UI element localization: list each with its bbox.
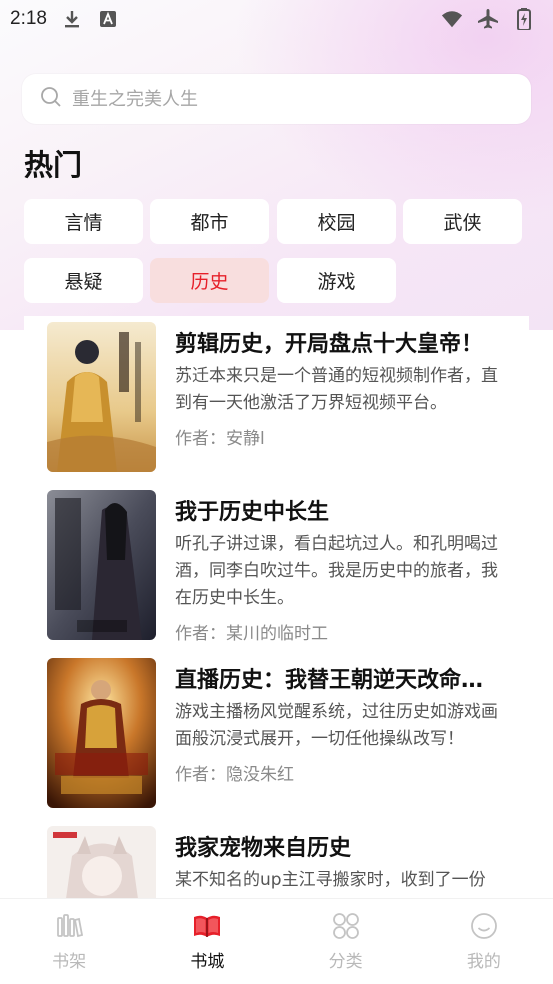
- book-author: 作者：某川的临时工: [175, 624, 328, 644]
- category-tag-games[interactable]: 游戏: [277, 258, 396, 303]
- nav-label-bookstore: 书城: [190, 952, 225, 972]
- download-icon: [61, 8, 83, 30]
- status-time: 2:18: [10, 8, 47, 29]
- book-cover-image: [47, 658, 156, 808]
- nav-label-bookshelf: 书架: [52, 952, 87, 972]
- category-tag-martial-arts[interactable]: 武侠: [403, 199, 522, 244]
- section-title-hot: 热门: [24, 148, 83, 182]
- category-tag-romance[interactable]: 言情: [24, 199, 143, 244]
- battery-charging-icon: [513, 8, 535, 30]
- bookshelf-icon: [54, 911, 84, 941]
- book-author: 作者：安静l: [175, 429, 265, 449]
- smiley-icon: [469, 911, 499, 941]
- book-title: 直播历史：我替王朝逆天改命…: [175, 668, 484, 693]
- book-description: 游戏主播杨风觉醒系统，过往历史如游戏画面般沉浸式展开，一切任他操纵改写！: [175, 702, 498, 749]
- book-title: 剪辑历史，开局盘点十大皇帝！: [175, 332, 484, 357]
- book-description: 某不知名的up主江寻搬家时，收到了一份: [175, 870, 486, 890]
- status-bar: 2:18: [0, 0, 553, 38]
- book-list: 剪辑历史，开局盘点十大皇帝！ 苏迁本来只是一个普通的短视频制作者，直到有一天他激…: [24, 316, 529, 900]
- category-tag-mystery[interactable]: 悬疑: [24, 258, 143, 303]
- book-cover-image: [47, 826, 156, 900]
- nav-tab-bookstore[interactable]: 书城: [138, 899, 276, 984]
- book-description: 苏迁本来只是一个普通的短视频制作者，直到有一天他激活了万界短视频平台。: [175, 366, 498, 413]
- nav-tab-profile[interactable]: 我的: [415, 899, 553, 984]
- nav-label-profile: 我的: [466, 952, 501, 972]
- book-list-item[interactable]: 我家宠物来自历史 某不知名的up主江寻搬家时，收到了一份: [24, 820, 529, 900]
- book-title: 我家宠物来自历史: [175, 836, 352, 861]
- airplane-mode-icon: [477, 8, 499, 30]
- nav-label-categories: 分类: [328, 952, 363, 972]
- category-tag-campus[interactable]: 校园: [277, 199, 396, 244]
- category-tag-history[interactable]: 历史: [150, 258, 269, 303]
- book-title: 我于历史中长生: [175, 500, 330, 525]
- book-cover-image: [47, 322, 156, 472]
- grid-circles-icon: [331, 911, 361, 941]
- open-book-icon: [192, 911, 222, 941]
- bottom-navigation: 书架 书城 分类 我的: [0, 898, 553, 984]
- book-list-item[interactable]: 我于历史中长生 听孔子讲过课，看白起坑过人。和孔明喝过酒，同李白吹过牛。我是历史…: [24, 484, 529, 644]
- wifi-icon: [441, 8, 463, 30]
- book-author: 作者：隐没朱红: [175, 765, 294, 785]
- nav-tab-bookshelf[interactable]: 书架: [0, 899, 138, 984]
- category-tag-urban[interactable]: 都市: [150, 199, 269, 244]
- book-list-item[interactable]: 剪辑历史，开局盘点十大皇帝！ 苏迁本来只是一个普通的短视频制作者，直到有一天他激…: [24, 316, 529, 472]
- book-description: 听孔子讲过课，看白起坑过人。和孔明喝过酒，同李白吹过牛。我是历史中的旅者，我在历…: [175, 534, 498, 608]
- book-list-item[interactable]: 直播历史：我替王朝逆天改命… 游戏主播杨风觉醒系统，过往历史如游戏画面般沉浸式展…: [24, 652, 529, 808]
- book-cover-image: [47, 490, 156, 640]
- search-bar[interactable]: [22, 74, 531, 124]
- search-input[interactable]: [72, 88, 512, 110]
- nav-tab-categories[interactable]: 分类: [277, 899, 415, 984]
- search-icon: [40, 86, 62, 112]
- text-a-icon: [97, 8, 119, 30]
